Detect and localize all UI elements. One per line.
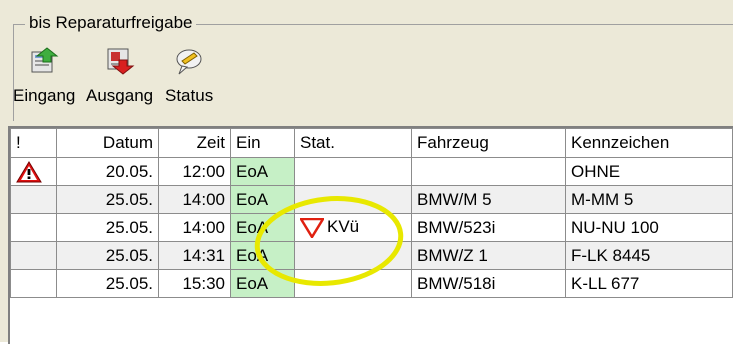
kennzeichen-cell: M-MM 5 xyxy=(565,185,733,214)
table-row[interactable]: 25.05. 15:30 EoA BMW/518i K-LL 677 xyxy=(10,269,733,298)
ausgang-button[interactable]: Ausgang xyxy=(86,46,153,106)
ausgang-label: Ausgang xyxy=(86,86,154,105)
kennzeichen-cell: NU-NU 100 xyxy=(565,213,733,242)
col-header-fahrzeug[interactable]: Fahrzeug xyxy=(411,128,566,158)
warning-icon xyxy=(16,160,42,182)
speech-bubble-icon xyxy=(176,49,202,75)
stat-cell xyxy=(294,185,412,214)
zeit-cell: 14:31 xyxy=(158,241,231,270)
col-header-kennzeichen[interactable]: Kennzeichen xyxy=(565,128,733,158)
appointments-table: ! Datum Zeit Ein Stat. Fahrzeug Kennzeic… xyxy=(10,128,733,298)
zeit-cell: 12:00 xyxy=(158,157,231,186)
ein-cell: EoA xyxy=(230,241,295,270)
eingang-label: Eingang xyxy=(13,86,76,105)
ein-cell: EoA xyxy=(230,213,295,242)
stat-cell xyxy=(294,157,412,186)
col-header-zeit[interactable]: Zeit xyxy=(158,128,231,158)
ein-cell: EoA xyxy=(230,157,295,186)
fahrzeug-cell: BMW/523i xyxy=(411,213,566,242)
appointments-grid[interactable]: ! Datum Zeit Ein Stat. Fahrzeug Kennzeic… xyxy=(8,126,733,344)
flag-cell xyxy=(10,241,57,270)
table-row[interactable]: 20.05. 12:00 EoA OHNE xyxy=(10,157,733,186)
col-header-stat[interactable]: Stat. xyxy=(294,128,412,158)
ein-cell: EoA xyxy=(230,269,295,298)
group-title: bis Reparaturfreigabe xyxy=(25,12,197,34)
fahrzeug-cell: BMW/Z 1 xyxy=(411,241,566,270)
col-header-ein[interactable]: Ein xyxy=(230,128,295,158)
kennzeichen-cell: OHNE xyxy=(565,157,733,186)
datum-cell: 25.05. xyxy=(56,213,159,242)
datum-cell: 25.05. xyxy=(56,185,159,214)
fahrzeug-cell: BMW/M 5 xyxy=(411,185,566,214)
datum-cell: 25.05. xyxy=(56,241,159,270)
red-down-triangle-icon xyxy=(300,217,324,238)
header-row: ! Datum Zeit Ein Stat. Fahrzeug Kennzeic… xyxy=(10,128,733,158)
repair-release-panel: bis Reparaturfreigabe Eingang Ausgang St… xyxy=(0,0,733,344)
outbox-icon xyxy=(107,48,134,75)
ein-cell: EoA xyxy=(230,185,295,214)
inbox-icon xyxy=(31,47,59,73)
zeit-cell: 14:00 xyxy=(158,213,231,242)
stat-cell xyxy=(294,241,412,270)
fahrzeug-cell xyxy=(411,157,566,186)
stat-text: KVü xyxy=(327,217,360,237)
col-header-datum[interactable]: Datum xyxy=(56,128,159,158)
flag-cell xyxy=(10,213,57,242)
eingang-button[interactable]: Eingang xyxy=(13,46,75,106)
flag-cell xyxy=(10,269,57,298)
table-row[interactable]: 25.05. 14:00 EoA KVü BMW/523i NU-NU 100 xyxy=(10,213,733,242)
zeit-cell: 15:30 xyxy=(158,269,231,298)
kennzeichen-cell: K-LL 677 xyxy=(565,269,733,298)
table-row[interactable]: 25.05. 14:31 EoA BMW/Z 1 F-LK 8445 xyxy=(10,241,733,270)
zeit-cell: 14:00 xyxy=(158,185,231,214)
stat-cell xyxy=(294,269,412,298)
fahrzeug-cell: BMW/518i xyxy=(411,269,566,298)
flag-cell xyxy=(10,157,57,186)
datum-cell: 25.05. xyxy=(56,269,159,298)
status-label: Status xyxy=(165,86,214,105)
kennzeichen-cell: F-LK 8445 xyxy=(565,241,733,270)
status-button[interactable]: Status xyxy=(165,46,213,106)
flag-cell xyxy=(10,185,57,214)
datum-cell: 20.05. xyxy=(56,157,159,186)
table-row[interactable]: 25.05. 14:00 EoA BMW/M 5 M-MM 5 xyxy=(10,185,733,214)
col-header-flag[interactable]: ! xyxy=(10,128,57,158)
stat-cell: KVü xyxy=(294,213,412,242)
